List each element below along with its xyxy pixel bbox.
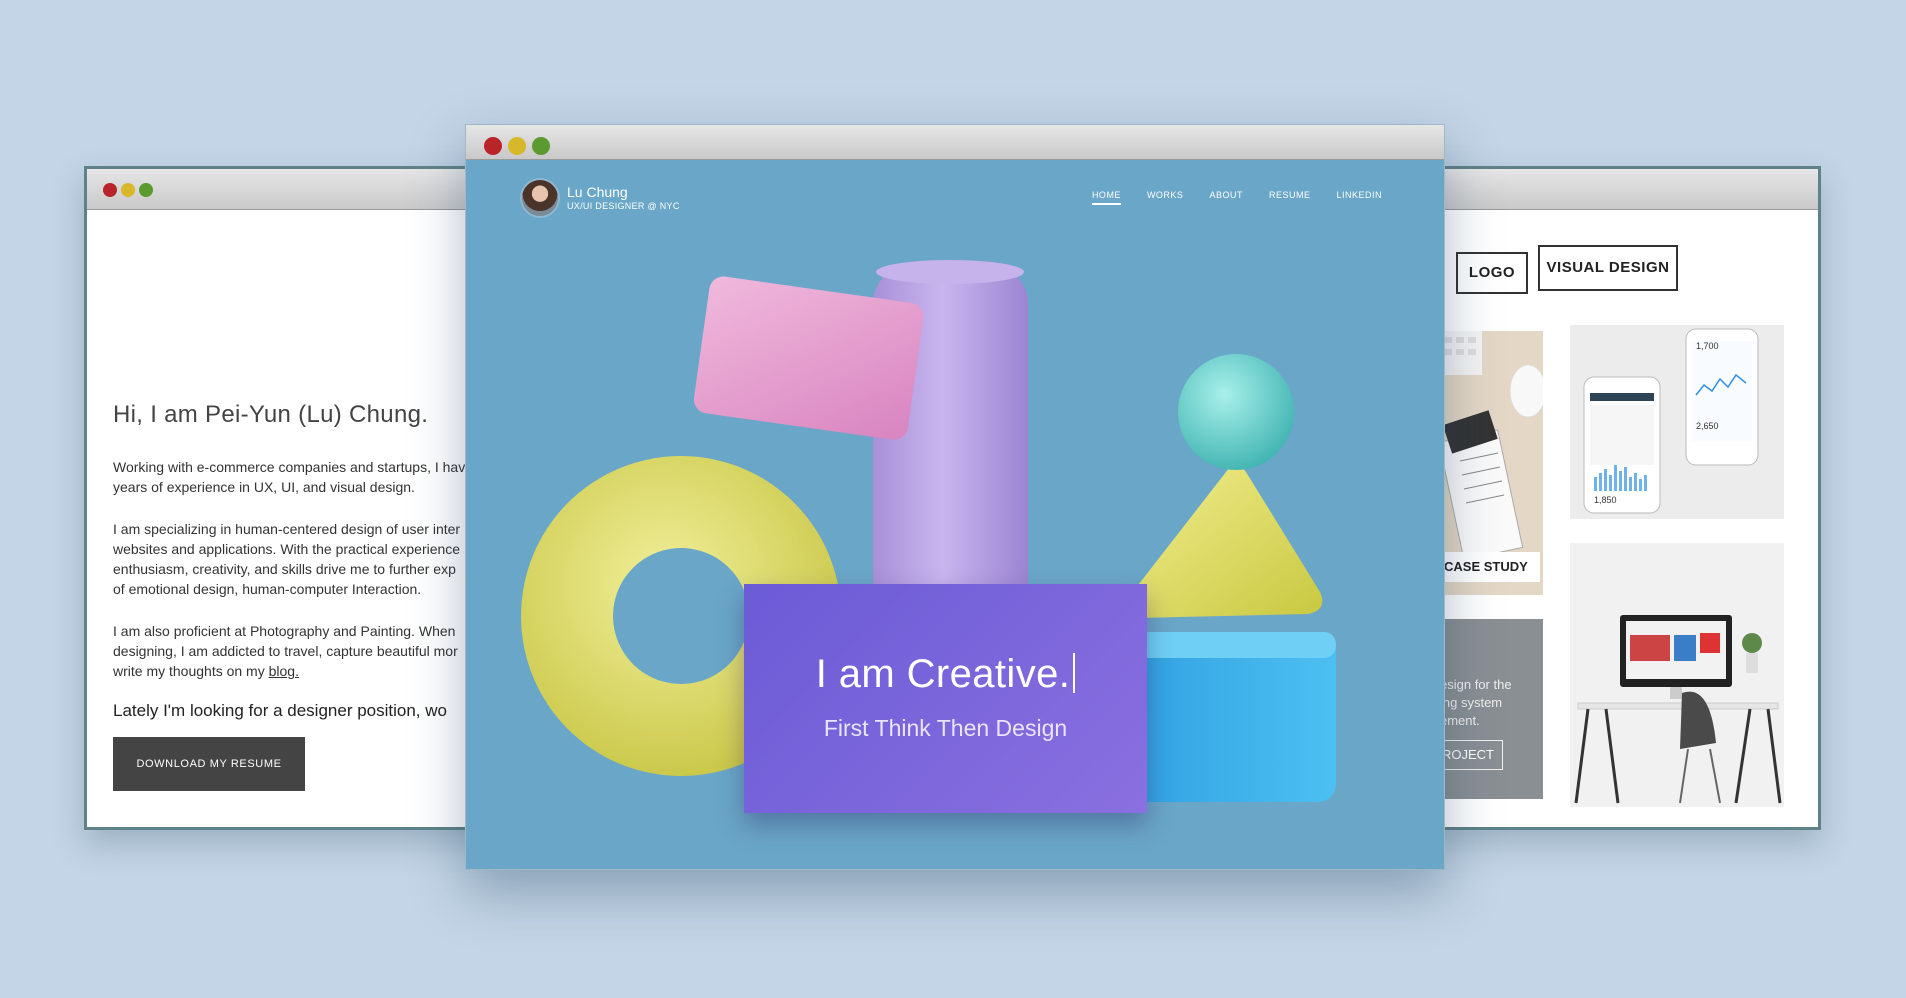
home-window-titlebar [466, 125, 1444, 160]
nav-home[interactable]: HOME [1091, 190, 1121, 205]
maximize-dot[interactable] [139, 183, 153, 197]
about-paragraph-1: Working with e-commerce companies and st… [113, 457, 504, 497]
nav-works[interactable]: WORKS [1147, 190, 1184, 205]
about-p2-line2: websites and applications. With the prac… [113, 541, 461, 557]
about-section: Hi, I am Pei-Yun (Lu) Chung. Working wit… [113, 401, 504, 791]
about-paragraph-2: I am specializing in human-centered desi… [113, 519, 504, 599]
minimize-dot[interactable] [508, 137, 526, 155]
close-dot[interactable] [103, 183, 117, 197]
hero-title: I am Creative. [815, 652, 1071, 696]
about-p3-line1: I am also proficient at Photography and … [113, 623, 456, 639]
about-p3-line3: write my thoughts on my [113, 663, 269, 679]
analytics-app-tile[interactable]: 1,700 2,650 1,850 [1570, 325, 1784, 519]
about-p2-line4: of emotional design, human-computer Inte… [113, 581, 422, 597]
workspace-tile[interactable] [1570, 543, 1784, 807]
workspace-image [1570, 543, 1784, 807]
about-paragraph-3: I am also proficient at Photography and … [113, 621, 504, 681]
hero-subtitle: First Think Then Design [823, 715, 1068, 741]
project-tile[interactable]: esign for the ing system ement. ROJECT [1440, 619, 1543, 799]
project-overlay-line3: ement. [1440, 713, 1480, 728]
works-window: LOGO VISUAL DESIGN CASE STUDY 1,700 2,65… [1426, 166, 1821, 830]
category-logo-button[interactable]: LOGO [1456, 252, 1528, 294]
download-resume-button[interactable]: DOWNLOAD MY RESUME [113, 737, 305, 791]
phone-stat-2: 2,650 [1696, 421, 1719, 431]
about-p2-line3: enthusiasm, creativity, and skills drive… [113, 561, 456, 577]
blog-link[interactable]: blog. [269, 663, 299, 679]
about-window: Hi, I am Pei-Yun (Lu) Chung. Working wit… [84, 166, 504, 830]
view-project-button[interactable]: ROJECT [1440, 740, 1503, 770]
about-p3-line2: designing, I am addicted to travel, capt… [113, 643, 458, 659]
main-nav: HOME WORKS ABOUT RESUME LINKEDIN [1091, 190, 1382, 205]
project-overlay-line2: ing system [1440, 695, 1503, 710]
category-visual-design-button[interactable]: VISUAL DESIGN [1538, 245, 1678, 291]
hero-card: I am Creative. First Think Then Design [744, 584, 1147, 813]
nav-about[interactable]: ABOUT [1209, 190, 1243, 205]
hero-title-row: I am Creative. [744, 652, 1147, 697]
works-window-titlebar [1426, 169, 1818, 210]
minimize-dot[interactable] [121, 183, 135, 197]
nav-resume[interactable]: RESUME [1269, 190, 1311, 205]
phone-stat-1: 1,700 [1696, 341, 1719, 351]
text-cursor [1073, 653, 1076, 693]
about-p2-line1: I am specializing in human-centered desi… [113, 521, 461, 537]
phone-stat-3: 1,850 [1594, 495, 1617, 505]
close-dot[interactable] [484, 137, 502, 155]
brand-text: Lu Chung UX/UI DESIGNER @ NYC [567, 184, 680, 212]
brand[interactable]: Lu Chung UX/UI DESIGNER @ NYC [520, 178, 680, 218]
home-window: Lu Chung UX/UI DESIGNER @ NYC HOME WORKS… [465, 124, 1445, 870]
lately-text: Lately I'm looking for a designer positi… [113, 701, 447, 720]
case-study-label: CASE STUDY [1440, 552, 1540, 582]
about-p1-line2: years of experience in UX, UI, and visua… [113, 479, 415, 495]
avatar [520, 178, 560, 218]
about-window-titlebar [87, 169, 504, 210]
maximize-dot[interactable] [532, 137, 550, 155]
case-study-tile[interactable]: CASE STUDY [1440, 331, 1543, 595]
project-overlay-line1: esign for the [1440, 677, 1512, 692]
about-p1-line1: Working with e-commerce companies and st… [113, 459, 466, 475]
brand-name: Lu Chung [567, 184, 628, 200]
brand-subtitle: UX/UI DESIGNER @ NYC [567, 201, 680, 211]
phone-mockup-image [1583, 328, 1759, 514]
nav-linkedin[interactable]: LINKEDIN [1336, 190, 1382, 205]
about-greeting: Hi, I am Pei-Yun (Lu) Chung. [113, 401, 429, 428]
hero-section: Lu Chung UX/UI DESIGNER @ NYC HOME WORKS… [466, 160, 1444, 869]
